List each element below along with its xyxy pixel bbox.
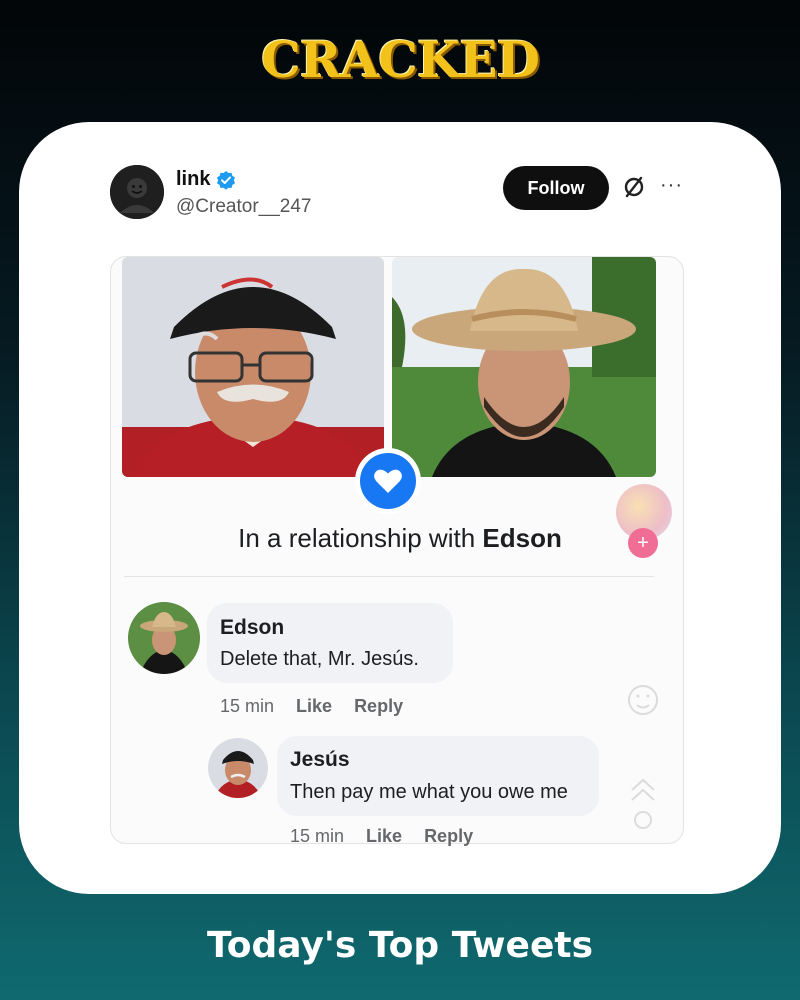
comment-avatar-edson[interactable] [128,602,200,674]
comment-time: 15 min [220,696,275,716]
reply-reply-link[interactable]: Reply [424,826,473,847]
faded-reaction-icons [628,685,658,829]
smiley-avatar-icon [110,165,164,219]
comment-avatar-jesus[interactable] [208,738,268,798]
reply-like-link[interactable]: Like [366,826,402,847]
reply-link[interactable]: Reply [354,696,403,717]
verified-icon [217,170,236,190]
divider [124,576,654,577]
like-link[interactable]: Like [296,696,332,717]
footer-title: Today's Top Tweets [206,925,594,966]
grok-icon[interactable] [621,174,647,200]
comment-meta: 15 min Like Reply [220,696,403,717]
follow-button[interactable]: Follow [503,166,609,210]
author-display-name[interactable]: link [176,168,236,191]
relationship-prefix: In a relationship with [238,523,483,553]
author-name-text[interactable]: link [176,168,210,191]
cracked-logo: CRACKED [261,30,540,89]
comment-bubble [207,603,453,683]
plus-icon[interactable]: + [628,528,658,558]
heart-icon [374,469,402,493]
relationship-partner[interactable]: Edson [482,523,561,553]
reply-author[interactable]: Jesús [290,748,350,772]
photo-edson [392,257,656,477]
reply-meta: 15 min Like Reply [290,826,473,847]
relationship-heart [355,448,421,514]
author-handle[interactable]: @Creator__247 [176,196,311,218]
more-icon[interactable]: ··· [660,174,683,197]
photo-jesus [122,257,384,477]
comment-text: Delete that, Mr. Jesús. [220,648,419,670]
reply-text: Then pay me what you owe me [290,781,568,803]
reply-time: 15 min [290,826,345,846]
comment-author[interactable]: Edson [220,616,284,640]
relationship-status: In a relationship with Edson [0,523,800,554]
author-avatar[interactable] [110,165,164,219]
